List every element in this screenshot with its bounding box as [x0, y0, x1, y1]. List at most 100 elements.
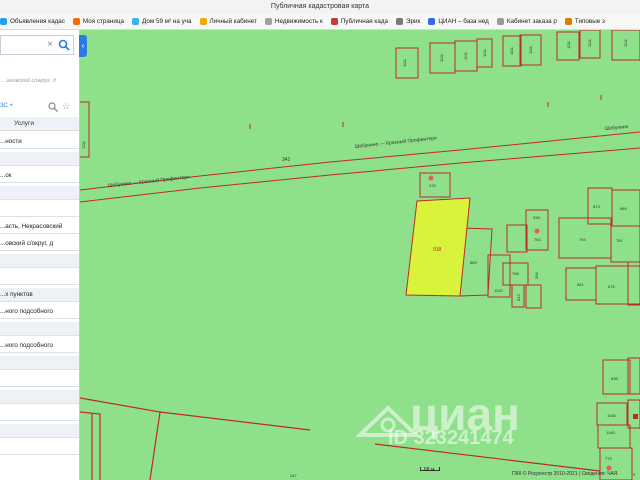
bookmark-item[interactable]: Недвижимость к	[264, 18, 323, 25]
bookmark-label: ЦИАН – база нед	[438, 18, 489, 25]
bookmark-item[interactable]: Дом 59 м² на уча	[132, 18, 192, 25]
divider	[0, 335, 79, 336]
page-icon	[564, 18, 572, 25]
bookmark-item[interactable]: Объявления кадас	[0, 18, 65, 25]
search-icon[interactable]	[48, 102, 58, 112]
ok-icon	[199, 18, 207, 25]
parcel-label: 889	[470, 260, 477, 265]
parcel-label: 1111	[482, 48, 487, 57]
divider	[0, 267, 79, 268]
filter-row: ЗС + ☆	[0, 101, 79, 114]
parcel-label: 1111	[623, 38, 628, 47]
close-icon[interactable]: ×	[47, 39, 53, 51]
cadastral-map[interactable]: Шебунино — Красный Профинтерн Шебунино —…	[0, 30, 640, 480]
bookmark-label: Кабинет заказа р	[506, 18, 557, 25]
avito-icon	[132, 18, 140, 25]
parcel-label: 1111	[587, 38, 592, 47]
divider	[0, 352, 79, 353]
list-item: ...ного подсобного	[0, 308, 54, 315]
search-input[interactable]	[3, 38, 43, 52]
parcel-label: 1111	[528, 45, 533, 54]
search-box[interactable]: ×	[0, 35, 74, 55]
parcel-label: 813	[516, 294, 521, 301]
divider	[0, 437, 79, 438]
collapse-panel-button[interactable]: ‹	[79, 35, 87, 57]
boundary-ticks	[249, 95, 602, 129]
bookmark-item[interactable]: Эрик	[396, 18, 420, 25]
road-label-1: Шебунино — Красный Профинтерн	[107, 173, 190, 189]
browser-title-bar: Публичная кадастровая карта	[0, 0, 640, 14]
bookmark-item[interactable]: Личный кабинет	[199, 18, 257, 25]
vk-icon	[72, 18, 80, 25]
list-item	[0, 322, 79, 335]
parcel-label: 794	[579, 237, 586, 242]
parcel-label: 889	[620, 206, 627, 211]
list-item	[0, 407, 79, 420]
divider	[0, 420, 79, 421]
bookmark-item[interactable]: Кабинет заказа р	[496, 18, 557, 25]
divider	[0, 454, 79, 455]
filter-link[interactable]: ЗС +	[0, 103, 13, 109]
list-item	[0, 424, 79, 437]
parcel-label: 775	[605, 456, 612, 461]
sidebar-panel: × ...ановский с/округ, д ЗС + ☆ Услуги .…	[0, 30, 80, 480]
divider	[0, 369, 79, 370]
parcel-label: 9	[633, 472, 636, 477]
tab-bar: Услуги	[0, 117, 79, 131]
cian-icon	[428, 18, 436, 25]
divider	[0, 318, 79, 319]
parcel-label: 1111	[463, 51, 468, 60]
divider	[0, 216, 79, 217]
search-hint: ...ановский с/округ, д	[2, 78, 56, 84]
bookmark-label: Публичная када	[340, 18, 389, 25]
parcel-label: 751	[616, 238, 623, 243]
divider	[0, 403, 79, 404]
list-item	[0, 254, 79, 267]
parcel-label: 881	[577, 282, 584, 287]
list-item	[0, 373, 79, 386]
parcel-labels-top: 1111 1111 1111 1111 1111 1111 1111 1111 …	[81, 38, 628, 149]
bookmarks-bar: Объявления кадас Моя страница Дом 59 м² на…	[0, 14, 640, 30]
parcel-label: 1111	[439, 53, 444, 62]
parcel-label: 636	[611, 376, 618, 381]
list-item	[0, 356, 79, 369]
divider	[0, 148, 79, 149]
search-icon[interactable]	[58, 39, 70, 51]
parcel-label: 1145	[606, 430, 615, 435]
parcel-label: 376	[429, 183, 436, 188]
divider	[0, 284, 79, 285]
list-item: ...ок	[0, 172, 12, 179]
bookmark-item[interactable]: Публичная када	[330, 18, 389, 25]
parcel-label: 338	[533, 215, 540, 220]
list-item	[0, 186, 79, 199]
list-item: ...асть, Некрасовский	[0, 223, 63, 230]
scale-label: 68 м	[424, 467, 435, 473]
tab-services[interactable]: Услуги	[14, 120, 34, 127]
list-item	[0, 390, 79, 403]
list-item: ...овский с/округ, д	[0, 240, 54, 247]
parcel-label: 1111	[566, 40, 571, 49]
bookmark-item[interactable]: Типовые з	[564, 18, 605, 25]
road-label-2: Шебунино — Красный Профинтерн	[354, 134, 437, 150]
parcel-label: 1148	[607, 413, 616, 418]
parcel-label: 1111	[81, 140, 86, 149]
parcel-label: 396	[534, 272, 539, 279]
selected-parcel-label: 918	[433, 247, 442, 253]
parcels-bottom-left	[79, 397, 601, 480]
divider	[0, 199, 79, 200]
road-parcel-label: 341	[282, 157, 291, 163]
star-icon[interactable]: ☆	[62, 101, 70, 112]
page-icon	[396, 18, 404, 25]
road-label-3: Шебунино	[605, 124, 629, 132]
parcels-top	[77, 30, 640, 158]
divider	[0, 301, 79, 302]
bookmark-item[interactable]: Моя страница	[72, 18, 124, 25]
bookmark-label: Эрик	[406, 18, 421, 25]
divider	[0, 386, 79, 387]
parcel-label: 763	[534, 237, 541, 242]
list-item: ...ности	[0, 138, 22, 145]
divider	[0, 182, 79, 183]
bookmark-item[interactable]: ЦИАН – база нед	[428, 18, 489, 25]
parcel-label: 1111	[509, 46, 514, 55]
divider	[0, 233, 79, 234]
